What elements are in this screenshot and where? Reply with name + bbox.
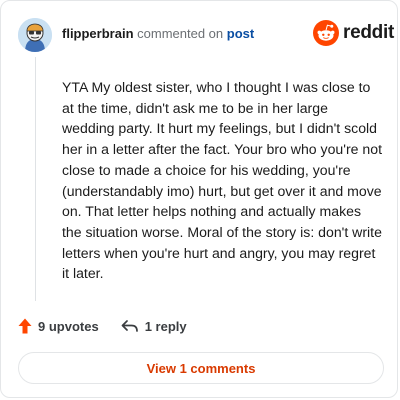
reply-arrow-icon bbox=[121, 320, 138, 332]
reddit-wordmark: reddit bbox=[343, 22, 394, 43]
comment-body: YTA My oldest sister, who I thought I wa… bbox=[62, 79, 382, 282]
avatar[interactable] bbox=[18, 18, 52, 52]
username[interactable]: flipperbrain bbox=[62, 26, 134, 41]
reply-count: 1 reply bbox=[144, 318, 187, 334]
reddit-snoo-icon bbox=[313, 20, 339, 46]
upvote-button[interactable]: 9 upvotes bbox=[18, 318, 99, 334]
comment-card: flipperbrain commented on post reddit YT… bbox=[0, 0, 398, 398]
view-comments-button[interactable]: View 1 comments bbox=[18, 352, 384, 384]
comment-actions: 9 upvotes 1 reply bbox=[18, 318, 187, 334]
comment-header: flipperbrain commented on post bbox=[62, 26, 254, 41]
upvote-arrow-icon bbox=[18, 318, 32, 334]
upvote-count: 9 upvotes bbox=[38, 318, 99, 334]
action-text: commented on bbox=[137, 26, 224, 41]
post-link[interactable]: post bbox=[227, 26, 254, 41]
reply-button[interactable]: 1 reply bbox=[121, 319, 187, 334]
reddit-logo[interactable]: reddit bbox=[313, 20, 394, 46]
thread-line bbox=[35, 57, 36, 301]
